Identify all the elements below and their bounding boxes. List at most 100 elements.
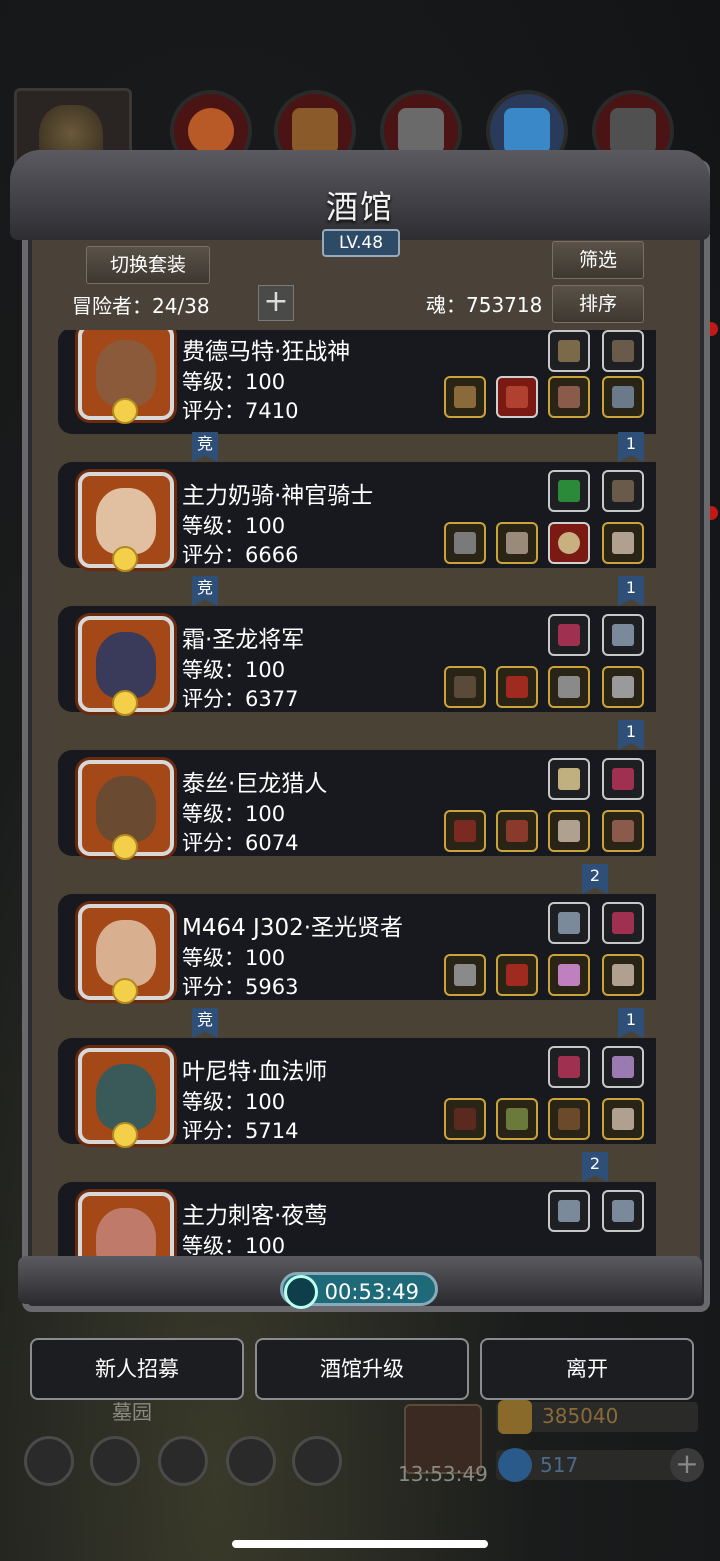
add-gems-button[interactable]: +: [670, 1448, 704, 1482]
equip-slot[interactable]: [548, 1190, 590, 1232]
gold-icon: [498, 1400, 532, 1434]
hero-name: M464 J302·圣光贤者: [182, 915, 404, 941]
gem-amount: 517: [540, 1453, 579, 1477]
hero-level: 等级：100: [182, 370, 286, 394]
equip-slot[interactable]: [548, 666, 590, 708]
equip-slot[interactable]: [444, 666, 486, 708]
equip-slot[interactable]: [496, 666, 538, 708]
equip-slot[interactable]: [602, 470, 644, 512]
equip-slot[interactable]: [548, 470, 590, 512]
iron-icon: [398, 108, 444, 154]
equip-slot[interactable]: [602, 376, 644, 418]
equip-slot[interactable]: [496, 954, 538, 996]
equip-slot[interactable]: [602, 758, 644, 800]
equip-slot[interactable]: [444, 1098, 486, 1140]
panel-title: 酒馆: [325, 188, 394, 226]
equip-slot[interactable]: [602, 1098, 644, 1140]
equip-slot[interactable]: [602, 902, 644, 944]
equip-slot[interactable]: [548, 902, 590, 944]
equip-slot[interactable]: [496, 810, 538, 852]
swap-icon[interactable]: [292, 1436, 342, 1486]
add-slot-button[interactable]: +: [258, 285, 294, 321]
equip-slot[interactable]: [548, 1046, 590, 1088]
equip-slot[interactable]: [602, 810, 644, 852]
recruit-button[interactable]: 新人招募: [30, 1338, 244, 1400]
team-tag: 1: [618, 432, 644, 462]
adventurer-count: 冒险者：24/38: [72, 294, 210, 318]
equip-slot[interactable]: [444, 376, 486, 418]
hero-card[interactable]: 费德马特·狂战神 等级：100 评分：7410: [58, 330, 656, 434]
soul-count: 魂：753718: [426, 293, 543, 317]
equip-slot[interactable]: [602, 330, 644, 372]
hero-level: 等级：100: [182, 1090, 286, 1114]
hero-card[interactable]: 主力刺客·夜莺 等级：100: [58, 1182, 656, 1256]
tavern-level-badge: LV.48: [322, 229, 400, 257]
star-icon[interactable]: [90, 1436, 140, 1486]
moon-icon: [112, 546, 138, 572]
equip-slot[interactable]: [548, 954, 590, 996]
mail-icon[interactable]: [226, 1436, 276, 1486]
hero-avatar: [78, 1192, 174, 1256]
equip-slot[interactable]: [496, 1098, 538, 1140]
hero-card[interactable]: 泰丝·巨龙猎人 等级：100 评分：6074: [58, 750, 656, 860]
hero-name: 霜·圣龙将军: [182, 627, 305, 653]
team-tag: 2: [582, 1152, 608, 1182]
gem-icon: [498, 1448, 532, 1482]
equip-slot[interactable]: [548, 376, 590, 418]
equip-slot[interactable]: [602, 522, 644, 564]
hero-level: 等级：100: [182, 946, 286, 970]
equip-slot[interactable]: [602, 614, 644, 656]
equip-slot[interactable]: [602, 1046, 644, 1088]
crystal-icon: [504, 108, 550, 154]
arena-tag: 竞: [192, 432, 218, 462]
switch-outfit-button[interactable]: 切换套装: [86, 246, 210, 284]
equip-slot[interactable]: [496, 376, 538, 418]
sort-button[interactable]: 排序: [552, 285, 644, 323]
hero-score: 评分：6377: [182, 687, 299, 711]
moon-icon: [112, 398, 138, 424]
moon-icon: [112, 1122, 138, 1148]
hero-score: 评分：5963: [182, 975, 299, 999]
hero-name: 叶尼特·血法师: [182, 1059, 328, 1085]
equip-slot[interactable]: [548, 810, 590, 852]
clock-icon: [284, 1275, 318, 1309]
hero-score: 评分：5714: [182, 1119, 299, 1143]
hero-name: 费德马特·狂战神: [182, 339, 351, 365]
hero-list[interactable]: 费德马特·狂战神 等级：100 评分：7410 竞 1 主力奶骑·神官骑士 等级…: [58, 330, 658, 1256]
equip-slot[interactable]: [548, 1098, 590, 1140]
home-indicator[interactable]: [232, 1540, 488, 1548]
moon-icon: [112, 978, 138, 1004]
background-clock: 13:53:49: [398, 1462, 488, 1486]
hero-card[interactable]: 主力奶骑·神官骑士 等级：100 评分：6666: [58, 462, 656, 572]
hero-score: 评分：7410: [182, 399, 299, 423]
equip-slot[interactable]: [548, 614, 590, 656]
equip-slot[interactable]: [444, 810, 486, 852]
equip-slot[interactable]: [496, 522, 538, 564]
hero-level: 等级：100: [182, 514, 286, 538]
team-tag: 1: [618, 1008, 644, 1038]
equip-slot[interactable]: [602, 1190, 644, 1232]
equip-slot[interactable]: [602, 666, 644, 708]
arena-tag: 竞: [192, 576, 218, 606]
equip-slot[interactable]: [444, 522, 486, 564]
moon-icon: [112, 690, 138, 716]
equip-slot[interactable]: [602, 954, 644, 996]
meat-icon: [188, 108, 234, 154]
hero-score: 评分：6074: [182, 831, 299, 855]
moon-icon: [112, 834, 138, 860]
leave-button[interactable]: 离开: [480, 1338, 694, 1400]
filter-button[interactable]: 筛选: [552, 241, 644, 279]
hero-card[interactable]: M464 J302·圣光贤者 等级：100 评分：5963: [58, 894, 656, 1004]
equip-slot[interactable]: [548, 522, 590, 564]
hero-card[interactable]: 叶尼特·血法师 等级：100 评分：5714: [58, 1038, 656, 1148]
hero-card[interactable]: 霜·圣龙将军 等级：100 评分：6377: [58, 606, 656, 716]
menu-icon[interactable]: [158, 1436, 208, 1486]
equip-slot[interactable]: [548, 330, 590, 372]
equip-slot[interactable]: [548, 758, 590, 800]
hero-level: 等级：100: [182, 802, 286, 826]
settings-icon[interactable]: [24, 1436, 74, 1486]
area-label: 墓园: [112, 1400, 152, 1424]
equip-slot[interactable]: [444, 954, 486, 996]
hero-score: 评分：6666: [182, 543, 299, 567]
tavern-upgrade-button[interactable]: 酒馆升级: [255, 1338, 469, 1400]
